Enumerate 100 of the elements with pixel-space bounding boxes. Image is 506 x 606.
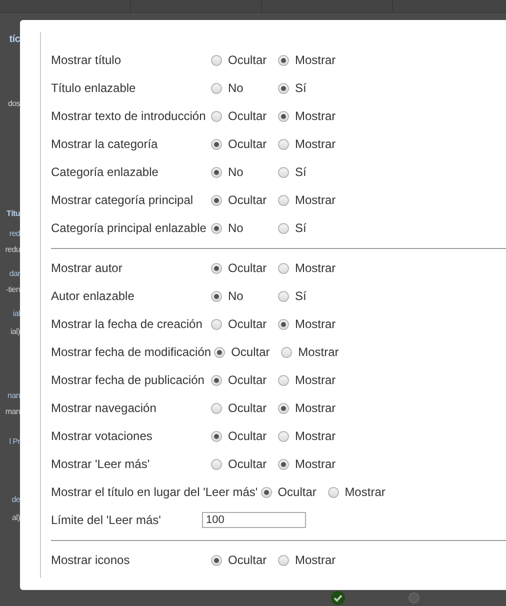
field-label: Mostrar la categoría	[51, 137, 159, 151]
radio-button[interactable]	[211, 290, 222, 302]
option-label: Ocultar	[228, 261, 267, 275]
option-label: Ocultar	[231, 345, 270, 359]
article-note: -tien	[6, 284, 20, 296]
column-header: Títu	[6, 208, 20, 220]
option-label: No	[228, 165, 244, 179]
radio-button[interactable]	[211, 82, 222, 94]
option-label: Ocultar	[228, 429, 267, 443]
field-label: Límite del 'Leer más'	[51, 513, 162, 527]
radio-button[interactable]	[278, 110, 289, 122]
radio-button[interactable]	[278, 318, 289, 330]
field-label: Categoría enlazable	[51, 165, 160, 179]
option-label: No	[228, 289, 244, 303]
field-label: Título enlazable	[51, 81, 137, 95]
option-label: Ocultar	[228, 193, 267, 207]
article-link[interactable]: l Pr	[9, 435, 20, 449]
option-label: No	[228, 221, 244, 235]
article-link[interactable]: ial	[12, 307, 20, 321]
field-label: Mostrar la fecha de creación	[51, 317, 204, 331]
radio-button[interactable]	[278, 554, 289, 566]
option-label: Sí	[295, 221, 306, 235]
radio-button[interactable]	[278, 262, 289, 274]
radio-button[interactable]	[211, 430, 222, 442]
option-label: Ocultar	[228, 553, 267, 567]
radio-button[interactable]	[278, 166, 289, 178]
article-note: man	[5, 406, 20, 418]
field-label: Mostrar navegación	[51, 401, 158, 415]
radio-button[interactable]	[211, 110, 222, 122]
field-label: Mostrar el título en lugar del 'Leer más'	[51, 485, 258, 499]
radio-button[interactable]	[278, 430, 289, 442]
article-note: redu	[5, 244, 20, 256]
option-label: Mostrar	[295, 261, 336, 275]
option-label: Ocultar	[228, 401, 267, 415]
radio-button[interactable]	[211, 262, 222, 274]
option-label: Mostrar	[295, 429, 336, 443]
option-label: Mostrar	[295, 193, 336, 207]
radio-button[interactable]	[211, 402, 222, 414]
check-icon[interactable]	[331, 591, 345, 605]
option-label: Mostrar	[344, 485, 386, 499]
radio-button[interactable]	[278, 138, 289, 150]
radio-button[interactable]	[278, 374, 289, 386]
article-link[interactable]: red	[9, 227, 20, 241]
field-label: Autor enlazable	[51, 289, 136, 303]
option-label: No	[228, 81, 244, 95]
radio-button[interactable]	[214, 346, 226, 358]
option-label: Sí	[295, 165, 306, 179]
article-note: al)	[12, 512, 20, 524]
field-label: Mostrar título	[51, 53, 122, 67]
option-label: Ocultar	[228, 457, 267, 471]
option-label: Sí	[295, 289, 306, 303]
field-label: Mostrar fecha de modificación	[51, 345, 212, 359]
option-label: Ocultar	[228, 109, 267, 123]
option-label: Mostrar	[295, 137, 336, 151]
page-heading: tíc	[9, 33, 20, 47]
radio-button[interactable]	[211, 194, 222, 206]
field-label: Mostrar categoría principal	[51, 193, 194, 207]
radio-button[interactable]	[278, 222, 289, 234]
radio-button[interactable]	[278, 290, 289, 302]
radio-button[interactable]	[211, 54, 222, 66]
article-link[interactable]: nan	[8, 389, 20, 403]
radio-button[interactable]	[211, 138, 222, 150]
input-field[interactable]: 100	[202, 512, 306, 528]
article-link[interactable]: dar	[9, 267, 20, 281]
radio-button[interactable]	[278, 458, 289, 470]
article-note: ial)	[10, 326, 20, 338]
field-label: Mostrar 'Leer más'	[51, 457, 151, 471]
option-label: Ocultar	[228, 53, 267, 67]
option-label: Mostrar	[295, 109, 336, 123]
field-label: Mostrar fecha de publicación	[51, 373, 206, 387]
tab-label[interactable]: dos	[8, 97, 20, 111]
radio-button[interactable]	[211, 166, 222, 178]
option-label: Sí	[295, 81, 306, 95]
field-label: Mostrar iconos	[51, 553, 131, 567]
radio-button[interactable]	[278, 82, 289, 94]
field-label: Mostrar autor	[51, 261, 124, 275]
radio-button[interactable]	[278, 402, 289, 414]
radio-button[interactable]	[328, 486, 339, 498]
option-label: Mostrar	[295, 401, 336, 415]
radio-button[interactable]	[211, 318, 222, 330]
radio-button[interactable]	[260, 486, 272, 498]
radio-button[interactable]	[211, 554, 222, 566]
option-label: Mostrar	[295, 53, 336, 67]
radio-button[interactable]	[281, 346, 292, 358]
radio-button[interactable]	[278, 194, 289, 206]
article-link[interactable]: de	[12, 493, 20, 507]
option-label: Mostrar	[295, 457, 336, 471]
option-label: Ocultar	[228, 317, 267, 331]
status-dot-icon[interactable]	[408, 592, 420, 604]
option-label: Ocultar	[278, 485, 316, 499]
option-label: Ocultar	[228, 137, 267, 151]
option-label: Mostrar	[295, 553, 336, 567]
radio-button[interactable]	[211, 374, 222, 386]
field-label: Mostrar texto de introducción	[51, 109, 207, 123]
radio-button[interactable]	[211, 458, 222, 470]
field-label: Mostrar votaciones	[51, 429, 154, 443]
option-label: Mostrar	[295, 373, 336, 387]
field-label: Categoría principal enlazable	[51, 221, 208, 235]
radio-button[interactable]	[211, 222, 222, 234]
radio-button[interactable]	[278, 54, 289, 66]
